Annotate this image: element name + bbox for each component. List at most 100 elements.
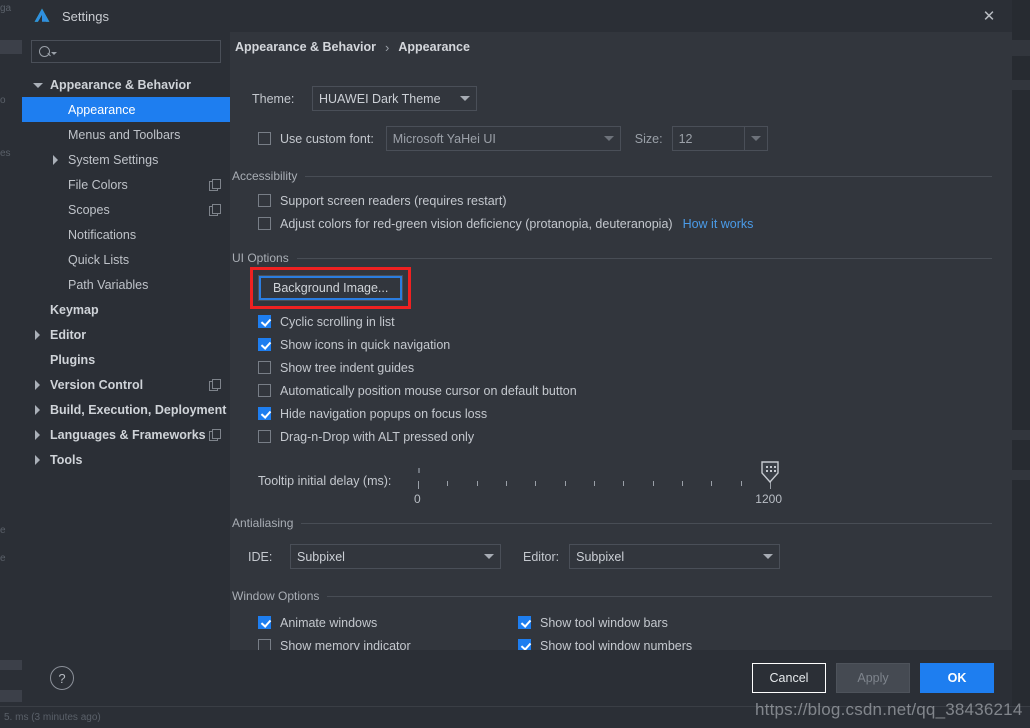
slider-thumb[interactable] [761, 461, 779, 483]
window-options-group-label: Window Options [232, 589, 320, 603]
antialiasing-group-label: Antialiasing [232, 516, 294, 530]
sidebar-item-label: Version Control [50, 377, 144, 392]
close-icon[interactable]: ✕ [966, 0, 1012, 32]
sidebar-item-appearance-behavior[interactable]: Appearance & Behavior [22, 72, 230, 97]
editor-antialiasing-label: Editor: [523, 549, 560, 564]
copy-settings-icon[interactable] [209, 204, 221, 216]
sidebar-item-notifications[interactable]: Notifications [22, 222, 230, 247]
ui-option-row[interactable]: Drag-n-Drop with ALT pressed only [258, 425, 992, 448]
chevron-right-icon[interactable] [32, 429, 44, 441]
search-container [22, 36, 230, 72]
sidebar-item-build-execution-deployment[interactable]: Build, Execution, Deployment [22, 397, 230, 422]
tooltip-delay-slider[interactable]: 0 1200 [414, 461, 782, 512]
help-question-icon[interactable]: ? [50, 666, 74, 690]
copy-settings-icon[interactable] [209, 429, 221, 441]
breadcrumb-leaf: Appearance [398, 40, 470, 54]
use-custom-font-checkbox[interactable] [258, 132, 271, 145]
sidebar-item-label: Keymap [50, 302, 99, 317]
chevron-right-icon[interactable] [32, 379, 44, 391]
accessibility-option-checkbox[interactable] [258, 217, 271, 230]
background-image-button-wrapper: Background Image... [250, 267, 412, 309]
dialog-titlebar: Settings ✕ [22, 0, 1012, 32]
window-option-checkbox[interactable] [258, 616, 271, 629]
sidebar-item-plugins[interactable]: Plugins [22, 347, 230, 372]
theme-select[interactable]: HUAWEI Dark Theme [312, 86, 477, 111]
chevron-right-icon[interactable] [32, 454, 44, 466]
ui-option-row[interactable]: Show icons in quick navigation [258, 333, 992, 356]
chevron-down-icon[interactable] [32, 79, 44, 91]
breadcrumb: Appearance & Behavior › Appearance [230, 32, 1012, 62]
ui-option-checkbox[interactable] [258, 384, 271, 397]
sidebar-item-languages-frameworks[interactable]: Languages & Frameworks [22, 422, 230, 447]
ok-button[interactable]: OK [920, 663, 994, 693]
window-option-checkbox[interactable] [518, 616, 531, 629]
editor-antialiasing-select[interactable]: Subpixel [569, 544, 781, 569]
accessibility-option-row[interactable]: Adjust colors for red-green vision defic… [258, 212, 992, 235]
ui-option-label: Hide navigation popups on focus loss [280, 406, 488, 421]
ui-option-row[interactable]: Hide navigation popups on focus loss [258, 402, 992, 425]
breadcrumb-root[interactable]: Appearance & Behavior [235, 40, 376, 54]
dialog-title: Settings [62, 8, 109, 24]
screen: ga o es e e 5. ms (3 minutes ago) Settin… [0, 0, 1030, 728]
how-it-works-link[interactable]: How it works [683, 217, 754, 231]
ui-option-row[interactable]: Show tree indent guides [258, 356, 992, 379]
sidebar-item-label: Scopes [68, 202, 110, 217]
font-size-stepper[interactable] [743, 126, 768, 151]
custom-font-select[interactable]: Microsoft YaHei UI [385, 126, 621, 151]
search-input[interactable] [31, 40, 221, 63]
sidebar-item-label: Plugins [50, 352, 96, 367]
ui-option-checkbox[interactable] [258, 407, 271, 420]
slider-max-label: 1200 [755, 492, 782, 506]
sidebar-item-version-control[interactable]: Version Control [22, 372, 230, 397]
sidebar-item-label: Build, Execution, Deployment [50, 402, 227, 417]
accessibility-option-row[interactable]: Support screen readers (requires restart… [258, 189, 992, 212]
accessibility-options: Support screen readers (requires restart… [258, 189, 992, 235]
accessibility-option-checkbox[interactable] [258, 194, 271, 207]
sidebar-item-editor[interactable]: Editor [22, 322, 230, 347]
chevron-right-icon[interactable] [32, 329, 44, 341]
font-size-input[interactable]: 12 [671, 126, 744, 151]
apply-button: Apply [836, 663, 910, 693]
chevron-right-icon[interactable] [32, 404, 44, 416]
background-ide-status-text: 5. ms (3 minutes ago) [4, 712, 101, 723]
ui-option-checkbox[interactable] [258, 315, 271, 328]
background-ide-right-gutter [1012, 0, 1030, 728]
settings-tree[interactable]: Appearance & Behavior Appearance Menus and… [22, 72, 230, 650]
ui-option-checkbox[interactable] [258, 361, 271, 374]
window-option-row[interactable]: Show tool window bars [518, 611, 692, 634]
ui-option-checkbox[interactable] [258, 338, 271, 351]
sidebar-item-menus-and-toolbars[interactable]: Menus and Toolbars [22, 122, 230, 147]
sidebar-item-label: System Settings [68, 152, 159, 167]
slider-ticks [418, 481, 771, 489]
chevron-down-icon [750, 136, 761, 141]
sidebar-item-keymap[interactable]: Keymap [22, 297, 230, 322]
copy-settings-icon[interactable] [209, 379, 221, 391]
group-divider [327, 595, 992, 597]
window-option-label: Animate windows [280, 615, 378, 630]
sidebar-item-quick-lists[interactable]: Quick Lists [22, 247, 230, 272]
chevron-down-icon [484, 554, 494, 559]
theme-label: Theme: [252, 91, 295, 106]
window-option-row[interactable]: Animate windows [258, 611, 518, 634]
sidebar-item-path-variables[interactable]: Path Variables [22, 272, 230, 297]
accessibility-group-label: Accessibility [232, 169, 298, 183]
chevron-down-icon [51, 52, 57, 55]
sidebar-item-system-settings[interactable]: System Settings [22, 147, 230, 172]
ui-option-row[interactable]: Automatically position mouse cursor on d… [258, 379, 992, 402]
ui-option-label: Drag-n-Drop with ALT pressed only [280, 429, 475, 444]
cancel-button[interactable]: Cancel [752, 663, 826, 693]
sidebar-item-appearance[interactable]: Appearance [22, 97, 230, 122]
sidebar-item-scopes[interactable]: Scopes [22, 197, 230, 222]
ui-option-row[interactable]: Cyclic scrolling in list [258, 310, 992, 333]
chevron-right-icon[interactable] [50, 154, 62, 166]
sidebar-item-tools[interactable]: Tools [22, 447, 230, 472]
copy-settings-icon[interactable] [209, 179, 221, 191]
sidebar-item-file-colors[interactable]: File Colors [22, 172, 230, 197]
ui-option-checkbox[interactable] [258, 430, 271, 443]
ide-antialiasing-select[interactable]: Subpixel [290, 544, 501, 569]
